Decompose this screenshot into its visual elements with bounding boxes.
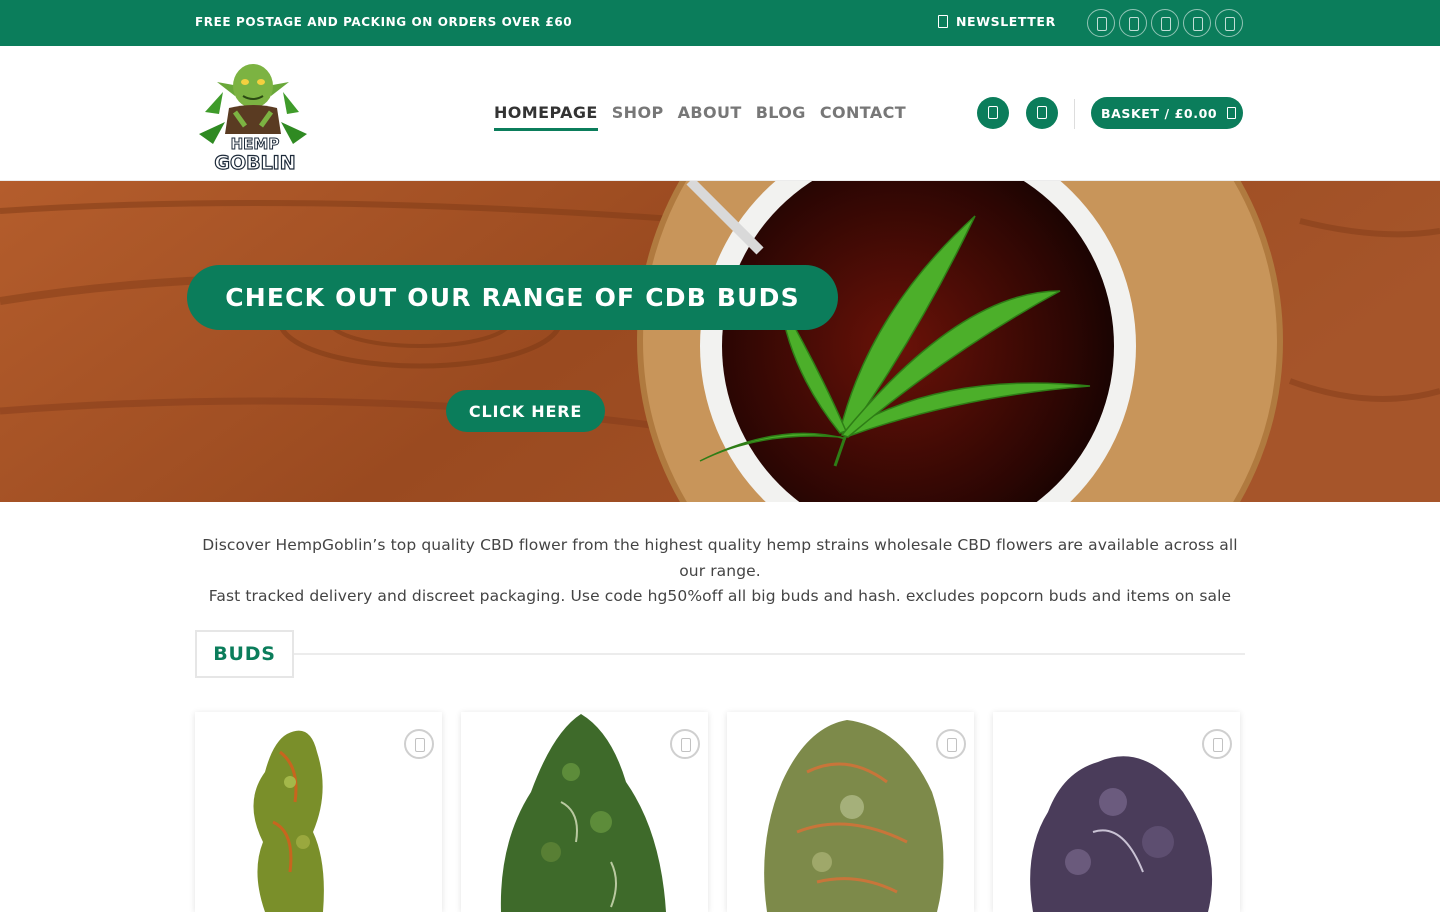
hero-click-here-button[interactable]: CLICK HERE — [446, 390, 605, 432]
intro-line-1: Discover HempGoblin’s top quality CBD fl… — [202, 536, 1238, 580]
header-divider — [1074, 99, 1075, 129]
wishlist-heart-icon[interactable] — [1202, 729, 1232, 759]
wishlist-heart-icon[interactable] — [670, 729, 700, 759]
social-links — [1087, 9, 1243, 37]
hero-banner: CHECK OUT OUR RANGE OF CDB BUDS CLICK HE… — [0, 181, 1440, 502]
facebook-icon[interactable] — [1087, 9, 1115, 37]
site-header: HEMP GOBLIN HOMEPAGE SHOP ABOUT BLOG CON… — [0, 46, 1440, 181]
account-button[interactable] — [1026, 97, 1058, 129]
newsletter-label: NEWSLETTER — [956, 14, 1056, 29]
hemp-goblin-logo[interactable]: HEMP GOBLIN — [195, 52, 311, 175]
basket-button[interactable]: BASKET / £0.00 — [1091, 97, 1243, 129]
nav-blog[interactable]: BLOG — [756, 103, 806, 131]
product-card[interactable] — [461, 712, 708, 912]
hero-title: CHECK OUT OUR RANGE OF CDB BUDS — [187, 265, 838, 330]
email-icon[interactable] — [1183, 9, 1211, 37]
nav-contact[interactable]: CONTACT — [820, 103, 906, 131]
free-postage-notice: FREE POSTAGE AND PACKING ON ORDERS OVER … — [195, 15, 573, 29]
intro-text: Discover HempGoblin’s top quality CBD fl… — [195, 533, 1245, 610]
search-button[interactable] — [977, 97, 1009, 129]
product-card[interactable] — [195, 712, 442, 912]
top-bar: FREE POSTAGE AND PACKING ON ORDERS OVER … — [0, 0, 1440, 46]
wishlist-heart-icon[interactable] — [936, 729, 966, 759]
basket-label: BASKET / £0.00 — [1101, 105, 1218, 121]
newsletter-link[interactable]: NEWSLETTER — [938, 14, 1056, 29]
nav-homepage[interactable]: HOMEPAGE — [494, 103, 598, 131]
envelope-icon — [938, 15, 948, 28]
basket-icon — [1227, 107, 1237, 119]
phone-icon[interactable] — [1215, 9, 1243, 37]
section-divider — [293, 653, 1245, 655]
product-card[interactable] — [993, 712, 1240, 912]
section-title-buds: BUDS — [195, 630, 294, 678]
user-icon — [1037, 106, 1047, 119]
twitter-icon[interactable] — [1151, 9, 1179, 37]
goblin-logo-image: HEMP GOBLIN — [199, 64, 307, 175]
instagram-icon[interactable] — [1119, 9, 1147, 37]
hero-background-image — [0, 181, 1440, 502]
svg-text:GOBLIN: GOBLIN — [214, 152, 295, 174]
product-card[interactable] — [727, 712, 974, 912]
nav-about[interactable]: ABOUT — [678, 103, 742, 131]
svg-text:HEMP: HEMP — [231, 135, 280, 153]
search-icon — [988, 106, 998, 119]
wishlist-heart-icon[interactable] — [404, 729, 434, 759]
nav-shop[interactable]: SHOP — [612, 103, 664, 131]
intro-line-2: Fast tracked delivery and discreet packa… — [208, 587, 1232, 605]
main-nav: HOMEPAGE SHOP ABOUT BLOG CONTACT — [494, 103, 906, 131]
